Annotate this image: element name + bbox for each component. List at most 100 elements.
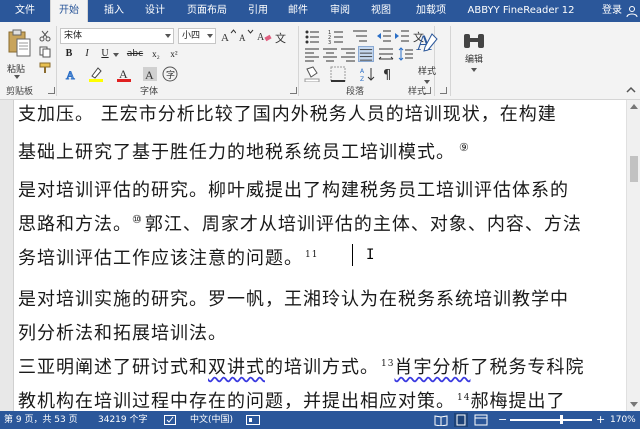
ribbon-divider xyxy=(56,26,57,96)
bullets-icon[interactable] xyxy=(304,28,320,44)
line-text: 是对培训实施的研究。罗一帆，王湘玲认为在税务系统培训教学中 xyxy=(18,289,569,310)
zoom-thumb[interactable] xyxy=(560,415,563,424)
person-icon[interactable] xyxy=(626,5,638,17)
line-text: 思路和方法。 xyxy=(18,214,132,235)
zoom-out-button[interactable]: − xyxy=(498,411,507,429)
spell-flagged-text[interactable]: 肖宇分析 xyxy=(394,357,470,378)
grow-font-icon[interactable]: A xyxy=(220,28,236,44)
tab-design[interactable]: 设计 xyxy=(138,0,172,22)
line-text: 列分析法和拓展培训法。 xyxy=(18,323,227,344)
tab-view[interactable]: 视图 xyxy=(364,0,398,22)
align-right-icon[interactable] xyxy=(340,46,356,62)
print-layout-icon[interactable] xyxy=(454,413,468,427)
document-line: 是对培训实施的研究。罗一帆，王湘玲认为在税务系统培训教学中 xyxy=(18,285,569,311)
underline-button[interactable]: U xyxy=(98,46,112,62)
editing-label: 编辑 xyxy=(464,55,483,65)
tab-addins[interactable]: 加载项 xyxy=(408,0,454,22)
svg-text:A: A xyxy=(239,33,246,43)
tab-file[interactable]: 文件 xyxy=(0,0,50,22)
styles-launcher-icon[interactable] xyxy=(440,87,447,94)
borders-icon[interactable] xyxy=(330,66,346,82)
clear-format-icon[interactable]: A xyxy=(256,28,272,44)
scroll-up-icon[interactable] xyxy=(630,104,638,109)
tab-home[interactable]: 开始 xyxy=(50,0,88,23)
footnote-ref[interactable]: 14 xyxy=(457,393,470,403)
zoom-level[interactable]: 170% xyxy=(610,411,636,429)
read-mode-icon[interactable] xyxy=(434,414,448,426)
macro-record-icon[interactable] xyxy=(246,415,260,425)
align-left-icon[interactable] xyxy=(304,46,320,62)
line-text: 教机构在培训过程中存在的问题，并提出相应对策。 xyxy=(18,391,455,411)
font-size-select[interactable]: 小四 xyxy=(178,28,216,44)
footnote-ref[interactable]: ⑨ xyxy=(459,141,470,154)
shrink-font-icon[interactable]: A xyxy=(238,28,254,44)
font-launcher-icon[interactable] xyxy=(290,87,297,94)
tab-references[interactable]: 引用 xyxy=(242,0,274,22)
line-text: 三亚明阐述了研讨式和 xyxy=(18,357,208,378)
document-page[interactable]: 支加压。 王宏市分析比较了国内外税务人员的培训现状，在构建 基础上研究了基于胜任… xyxy=(14,100,626,411)
footnote-ref[interactable]: 13 xyxy=(381,359,394,369)
ribbon-home: 粘贴 剪贴板 宋体 小四 A A A 文 B I U abc x₂ x² A A… xyxy=(0,22,640,100)
footnote-ref[interactable]: ⑩ xyxy=(132,213,143,226)
editing-button[interactable]: 编辑 xyxy=(452,28,496,84)
tab-mailings[interactable]: 邮件 xyxy=(282,0,314,22)
distribute-icon[interactable] xyxy=(378,46,394,62)
word-count[interactable]: 34219 个字 xyxy=(98,411,148,429)
status-bar: 第 9 页，共 53 页 34219 个字 中文(中国) − + 170% xyxy=(0,411,640,429)
chevron-down-icon xyxy=(471,68,477,72)
font-color-icon[interactable]: A xyxy=(116,66,132,82)
tab-review[interactable]: 审阅 xyxy=(324,0,356,22)
proofing-icon[interactable] xyxy=(164,415,176,425)
text-effects-icon[interactable]: A xyxy=(64,66,80,83)
scroll-thumb[interactable] xyxy=(630,156,638,182)
scroll-down-icon[interactable] xyxy=(630,402,638,407)
svg-text:A: A xyxy=(257,32,265,43)
tab-abbyy[interactable]: ABBYY FineReader 12 xyxy=(462,0,580,22)
web-layout-icon[interactable] xyxy=(474,414,488,426)
spell-flagged-text[interactable]: 双讲式 xyxy=(208,357,265,378)
document-line: 列分析法和拓展培训法。 xyxy=(18,319,227,345)
show-marks-icon[interactable]: ¶ xyxy=(380,66,396,82)
binoculars-icon xyxy=(464,34,484,48)
paste-button[interactable]: 粘贴 xyxy=(4,28,34,82)
clipboard-launcher-icon[interactable] xyxy=(48,87,55,94)
format-painter-icon[interactable] xyxy=(38,62,52,74)
enclose-chars-icon[interactable]: 字 xyxy=(162,66,178,82)
align-center-icon[interactable] xyxy=(322,46,338,62)
svg-text:3: 3 xyxy=(328,40,331,44)
vertical-scrollbar[interactable] xyxy=(626,100,640,411)
page-count[interactable]: 第 9 页，共 53 页 xyxy=(4,411,78,429)
group-label-styles: 样式 xyxy=(408,87,427,97)
strikethrough-button[interactable]: abc xyxy=(124,46,146,62)
decrease-indent-icon[interactable] xyxy=(376,28,392,44)
subscript-button[interactable]: x₂ xyxy=(148,46,164,62)
collapse-ribbon-icon[interactable] xyxy=(626,86,636,94)
superscript-button[interactable]: x² xyxy=(166,46,182,62)
zoom-in-button[interactable]: + xyxy=(596,411,605,429)
svg-text:A: A xyxy=(360,68,365,75)
phonetic-guide-icon[interactable]: 文 xyxy=(274,28,290,44)
sort-icon[interactable]: AZ xyxy=(360,66,376,82)
italic-button[interactable]: I xyxy=(80,46,94,62)
footnote-ref[interactable]: 11 xyxy=(305,250,318,260)
language-indicator[interactable]: 中文(中国) xyxy=(190,411,233,429)
zoom-slider[interactable] xyxy=(510,419,592,421)
tab-insert[interactable]: 插入 xyxy=(96,0,132,22)
chevron-down-icon xyxy=(113,53,119,57)
highlight-icon[interactable] xyxy=(88,66,104,82)
bold-button[interactable]: B xyxy=(62,46,76,62)
multilevel-list-icon[interactable] xyxy=(352,28,368,44)
text-caret xyxy=(352,244,353,266)
shading-icon[interactable] xyxy=(304,66,320,82)
justify-icon[interactable] xyxy=(358,46,374,62)
numbering-icon[interactable]: 123 xyxy=(328,28,344,44)
char-shading-icon[interactable]: A xyxy=(142,66,158,82)
font-name-select[interactable]: 宋体 xyxy=(60,28,174,44)
login-link[interactable]: 登录 xyxy=(602,0,622,22)
line-text: 基础上研究了基于胜任力的地税系统员工培训模式。 xyxy=(18,142,455,163)
styles-button[interactable]: A 样式 xyxy=(404,28,450,84)
cut-icon[interactable] xyxy=(38,30,52,42)
tab-page-layout[interactable]: 页面布局 xyxy=(178,0,236,22)
line-text: 郝梅提出了 xyxy=(470,391,566,411)
copy-icon[interactable] xyxy=(38,46,52,58)
